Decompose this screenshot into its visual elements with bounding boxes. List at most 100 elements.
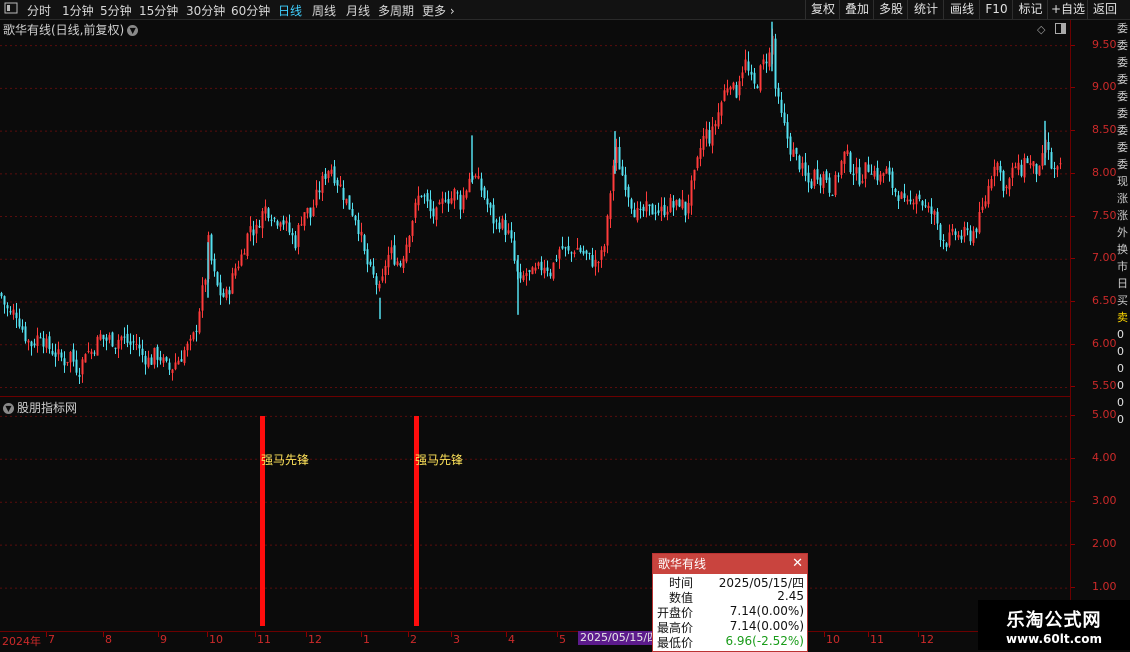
toolbar-tab-8[interactable]: 月线 [346, 2, 370, 19]
candle-body [414, 202, 417, 218]
candle-body [735, 84, 738, 98]
time-axis-tick [557, 632, 558, 637]
candle-body [993, 166, 996, 177]
close-icon[interactable]: ✕ [792, 554, 803, 574]
candle-body [447, 199, 450, 204]
top-toolbar: 分时 1分钟 5分钟 15分钟 30分钟 60分钟 日线 周线 月线 多周期 更多 › 复权 叠加 多股… [0, 0, 1130, 20]
candle-body [42, 338, 45, 347]
toolbar-tab-10[interactable]: 更多 › [422, 2, 455, 19]
candle-body [132, 341, 135, 343]
candle-body [261, 211, 264, 229]
info-strip-char: 委 [1117, 107, 1128, 120]
candle-body [1038, 165, 1041, 176]
toolbar-tab-4[interactable]: 30分钟 [186, 2, 225, 19]
toolbar-button-5[interactable]: F10 [979, 0, 1013, 19]
candle-body [777, 87, 780, 97]
candle-body [432, 208, 435, 217]
candle-body [315, 189, 318, 206]
candle-body [48, 336, 51, 350]
candle-body [894, 188, 897, 193]
candle-body [96, 336, 99, 356]
cursor-date-label: 2025/05/15/四 [578, 631, 661, 645]
candle-body [801, 162, 804, 169]
price-tick-label: 8.00 [1071, 165, 1117, 179]
candle-body [366, 249, 369, 265]
toolbar-button-4[interactable]: 画线 [943, 0, 980, 19]
candle-body [963, 226, 966, 237]
candle-body [888, 167, 891, 175]
candle-body [654, 212, 657, 214]
candle-body [858, 167, 861, 185]
candle-body [501, 218, 504, 229]
candle-body [546, 267, 549, 271]
toolbar-tab-5[interactable]: 60分钟 [231, 2, 270, 19]
candle-body [309, 207, 312, 218]
toolbar-tab-3[interactable]: 15分钟 [139, 2, 178, 19]
candle-body [57, 349, 60, 355]
candle-body [153, 347, 156, 365]
candle-body [792, 149, 795, 157]
candle-body [843, 151, 846, 164]
candle-body [660, 206, 663, 212]
candle-body [1026, 158, 1029, 164]
candle-body [192, 332, 195, 340]
candle-body [699, 147, 702, 159]
candle-body [531, 267, 534, 275]
tooltip-row: 数值 2.45 [653, 589, 807, 605]
candle-body [420, 195, 423, 197]
candle-body [540, 261, 543, 271]
candle-body [165, 357, 168, 361]
candle-body [948, 232, 951, 246]
candle-body [534, 267, 537, 271]
time-axis-month: 12 [920, 633, 934, 646]
candle-body [717, 112, 720, 127]
candle-body [387, 254, 390, 268]
toolbar-button-6[interactable]: 标记 [1012, 0, 1048, 19]
toolbar-tab-1[interactable]: 1分钟 [62, 2, 94, 19]
toolbar-tab-7[interactable]: 周线 [312, 2, 336, 19]
candle-body [729, 87, 732, 90]
info-strip-char: 0 [1117, 345, 1124, 358]
toolbar-button-2[interactable]: 多股 [873, 0, 908, 19]
toolbar-button-3[interactable]: 统计 [907, 0, 944, 19]
price-candlestick-chart[interactable] [0, 20, 1070, 396]
toolbar-tab-0[interactable]: 分时 [27, 2, 51, 19]
tooltip-row: 开盘价 7.14(0.00%) [653, 604, 807, 620]
candle-body [828, 177, 831, 193]
candle-body [864, 162, 867, 179]
candle-body [213, 258, 216, 272]
candle-body [129, 341, 132, 345]
time-axis-month: 1 [363, 633, 370, 646]
time-axis-month: 7 [48, 633, 55, 646]
candle-body [594, 259, 597, 267]
indicator-chart[interactable] [0, 397, 1070, 631]
toolbar-tab-6[interactable]: 日线 [278, 2, 302, 19]
candle-body [456, 192, 459, 194]
candle-body [330, 169, 333, 174]
candle-body [51, 350, 54, 355]
candle-body [69, 351, 72, 363]
candle-body [3, 296, 6, 305]
candle-body [636, 208, 639, 221]
toolbar-button-8[interactable]: 返回 [1087, 0, 1122, 19]
candle-body [1041, 153, 1044, 166]
candle-body [246, 233, 249, 257]
toolbar-button-0[interactable]: 复权 [805, 0, 840, 19]
info-strip-char: 委 [1117, 56, 1128, 69]
info-strip-char: 委 [1117, 158, 1128, 171]
toolbar-button-7[interactable]: +自选 [1047, 0, 1088, 19]
panel-toggle-icon[interactable] [4, 1, 18, 18]
candle-body [183, 350, 186, 364]
toolbar-tab-9[interactable]: 多周期 [378, 2, 414, 19]
candle-body [942, 239, 945, 241]
candle-body [486, 198, 489, 205]
toolbar-tab-2[interactable]: 5分钟 [100, 2, 132, 19]
candle-body [522, 275, 525, 281]
candle-body [489, 203, 492, 208]
candle-body [117, 339, 120, 349]
watermark-url: www.60lt.com [1005, 632, 1103, 646]
candle-body [1029, 163, 1032, 165]
toolbar-button-1[interactable]: 叠加 [839, 0, 874, 19]
candle-body [1002, 170, 1005, 191]
candle-body [657, 210, 660, 213]
